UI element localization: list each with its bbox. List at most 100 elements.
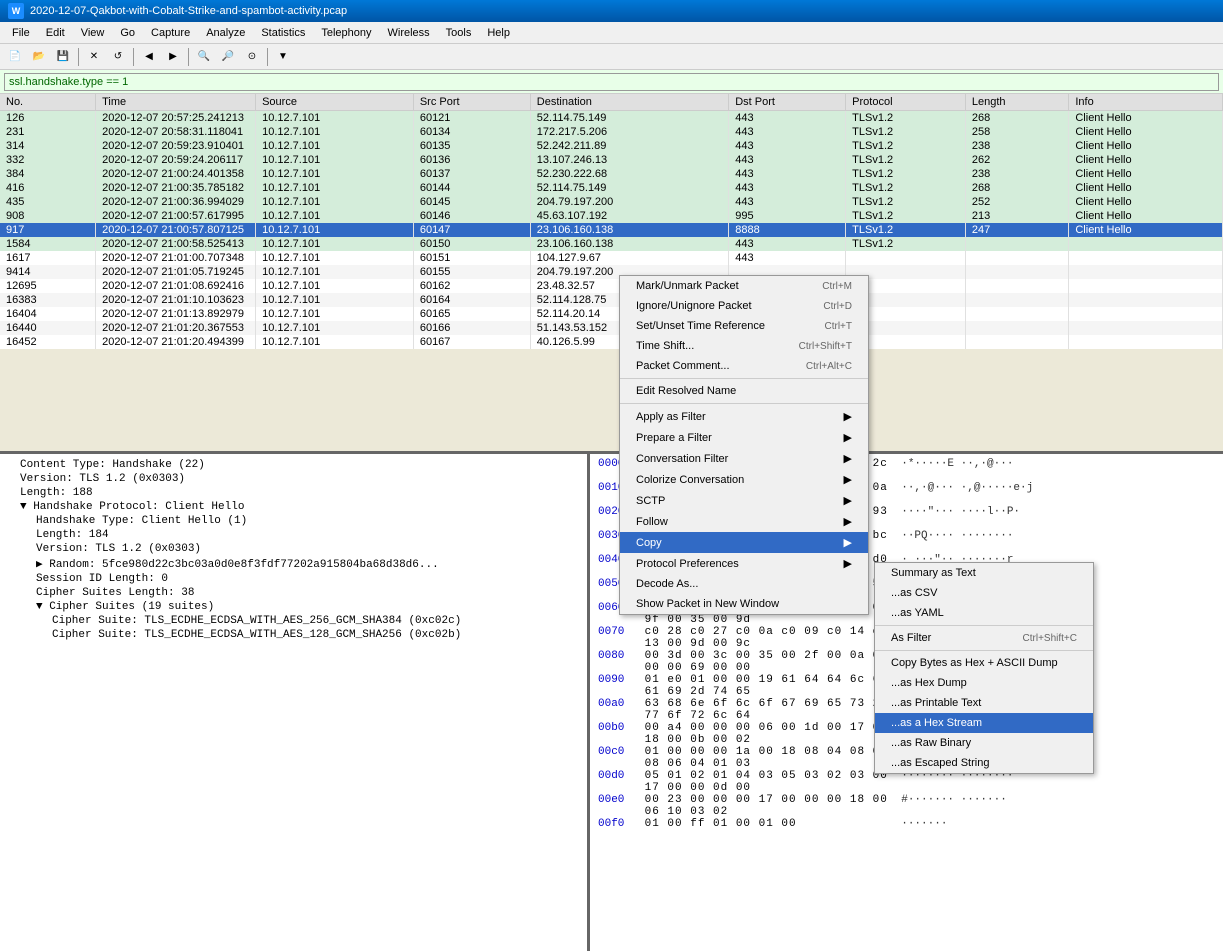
table-row[interactable]: 9172020-12-07 21:00:57.80712510.12.7.101… [0,223,1223,237]
zoom-out-btn[interactable]: 🔎 [217,46,239,68]
hex-offset: 00d0 [598,770,638,794]
copy-submenu-item[interactable]: As FilterCtrl+Shift+C [875,628,1093,648]
menu-tools[interactable]: Tools [438,25,480,41]
tree-item[interactable]: Length: 184 [4,528,583,542]
menu-item-label: Conversation Filter [636,453,728,465]
table-row[interactable]: 4162020-12-07 21:00:35.78518210.12.7.101… [0,181,1223,195]
tree-item[interactable]: Cipher Suites Length: 38 [4,586,583,600]
table-row[interactable]: 1262020-12-07 20:57:25.24121310.12.7.101… [0,111,1223,126]
context-menu-item[interactable]: Packet Comment...Ctrl+Alt+C [620,356,868,376]
tree-item[interactable]: ▼ Handshake Protocol: Client Hello [4,500,583,514]
tree-item[interactable]: Cipher Suite: TLS_ECDHE_ECDSA_WITH_AES_2… [4,614,583,628]
tree-item[interactable]: Session ID Length: 0 [4,572,583,586]
col-srcport[interactable]: Src Port [413,94,530,111]
menu-analyze[interactable]: Analyze [198,25,253,41]
col-dst[interactable]: Destination [530,94,728,111]
table-row[interactable]: 164042020-12-07 21:01:13.89297910.12.7.1… [0,307,1223,321]
reload-btn[interactable]: ↺ [107,46,129,68]
context-menu-item[interactable]: Mark/Unmark PacketCtrl+M [620,276,868,296]
zoom-in-btn[interactable]: 🔍 [193,46,215,68]
col-time[interactable]: Time [96,94,256,111]
table-row[interactable]: 15842020-12-07 21:00:58.52541310.12.7.10… [0,237,1223,251]
menu-help[interactable]: Help [479,25,518,41]
table-row[interactable]: 3322020-12-07 20:59:24.20611710.12.7.101… [0,153,1223,167]
hex-bytes: 01 00 ff 01 00 01 00 [645,818,895,830]
context-menu-item[interactable]: Show Packet in New Window [620,594,868,614]
col-src[interactable]: Source [256,94,414,111]
fwd-btn[interactable]: ▶ [162,46,184,68]
context-menu-item[interactable]: Colorize Conversation▶ [620,469,868,490]
tree-item[interactable]: ▼ Cipher Suites (19 suites) [4,600,583,614]
col-no[interactable]: No. [0,94,96,111]
open-btn[interactable]: 📂 [28,46,50,68]
copy-submenu-item[interactable]: ...as Raw Binary [875,733,1093,753]
menu-telephony[interactable]: Telephony [313,25,379,41]
menu-file[interactable]: File [4,25,38,41]
context-menu-item[interactable]: Follow▶ [620,511,868,532]
filter-input[interactable] [4,73,1219,91]
hex-ascii: ······· [901,818,947,830]
zoom-reset-btn[interactable]: ⊙ [241,46,263,68]
save-btn[interactable]: 💾 [52,46,74,68]
context-menu-item[interactable]: Ignore/Unignore PacketCtrl+D [620,296,868,316]
context-menu-item[interactable]: Decode As... [620,574,868,594]
context-menu-item[interactable]: Conversation Filter▶ [620,448,868,469]
menu-wireless[interactable]: Wireless [380,25,438,41]
context-menu-item[interactable]: Set/Unset Time ReferenceCtrl+T [620,316,868,336]
context-menu-item[interactable]: Apply as Filter▶ [620,406,868,427]
new-btn[interactable]: 📄 [4,46,26,68]
menu-statistics[interactable]: Statistics [253,25,313,41]
context-menu-item[interactable]: Protocol Preferences▶ [620,553,868,574]
copy-submenu-item[interactable]: ...as Hex Dump [875,673,1093,693]
menu-item-label: Show Packet in New Window [636,598,779,610]
col-info[interactable]: Info [1069,94,1223,111]
copy-submenu-item[interactable]: ...as a Hex Stream [875,713,1093,733]
menu-shortcut: Ctrl+Alt+C [806,361,852,372]
table-row[interactable]: 4352020-12-07 21:00:36.99402910.12.7.101… [0,195,1223,209]
table-row[interactable]: 164522020-12-07 21:01:20.49439910.12.7.1… [0,335,1223,349]
context-menu-item[interactable]: Copy▶ [620,532,868,553]
context-menu-item[interactable]: SCTP▶ [620,490,868,511]
col-len[interactable]: Length [965,94,1068,111]
context-menu-item[interactable]: Time Shift...Ctrl+Shift+T [620,336,868,356]
tree-item[interactable]: Cipher Suite: TLS_ECDHE_ECDSA_WITH_AES_1… [4,628,583,642]
copy-submenu-item[interactable]: Copy Bytes as Hex + ASCII Dump [875,653,1093,673]
menu-capture[interactable]: Capture [143,25,198,41]
tree-item[interactable]: Length: 188 [4,486,583,500]
table-row[interactable]: 126952020-12-07 21:01:08.69241610.12.7.1… [0,279,1223,293]
table-row[interactable]: 2312020-12-07 20:58:31.11804110.12.7.101… [0,125,1223,139]
table-row[interactable]: 163832020-12-07 21:01:10.10362310.12.7.1… [0,293,1223,307]
menu-item-label: Ignore/Unignore Packet [636,300,752,312]
copy-submenu-item[interactable]: ...as CSV [875,583,1093,603]
table-row[interactable]: 3142020-12-07 20:59:23.91040110.12.7.101… [0,139,1223,153]
menu-edit[interactable]: Edit [38,25,73,41]
tree-item[interactable]: ▶ Random: 5fce980d22c3bc03a0d0e8f3fdf772… [4,556,583,572]
hex-offset: 0090 [598,674,638,698]
context-menu-item[interactable]: Prepare a Filter▶ [620,427,868,448]
sep3 [188,48,189,66]
table-row[interactable]: 94142020-12-07 21:01:05.71924510.12.7.10… [0,265,1223,279]
back-btn[interactable]: ◀ [138,46,160,68]
close-btn[interactable]: ✕ [83,46,105,68]
table-row[interactable]: 164402020-12-07 21:01:20.36755310.12.7.1… [0,321,1223,335]
table-row[interactable]: 16172020-12-07 21:01:00.70734810.12.7.10… [0,251,1223,265]
col-proto[interactable]: Protocol [846,94,966,111]
menu-go[interactable]: Go [112,25,143,41]
tree-item[interactable]: Version: TLS 1.2 (0x0303) [4,542,583,556]
filter-btn[interactable]: ▼ [272,46,294,68]
context-menu-item[interactable]: Edit Resolved Name [620,381,868,401]
tree-item[interactable]: Handshake Type: Client Hello (1) [4,514,583,528]
tree-item[interactable]: Content Type: Handshake (22) [4,458,583,472]
copy-submenu-item[interactable]: ...as Escaped String [875,753,1093,773]
copy-submenu-item[interactable]: ...as Printable Text [875,693,1093,713]
copy-submenu-item[interactable]: ...as YAML [875,603,1093,623]
col-dstport[interactable]: Dst Port [729,94,846,111]
menu-view[interactable]: View [73,25,113,41]
sep2 [133,48,134,66]
copy-submenu-item[interactable]: Summary as Text [875,563,1093,583]
menu-shortcut: Ctrl+Shift+T [799,341,852,352]
context-menu: Mark/Unmark PacketCtrl+MIgnore/Unignore … [619,275,869,615]
tree-item[interactable]: Version: TLS 1.2 (0x0303) [4,472,583,486]
table-row[interactable]: 9082020-12-07 21:00:57.61799510.12.7.101… [0,209,1223,223]
table-row[interactable]: 3842020-12-07 21:00:24.40135810.12.7.101… [0,167,1223,181]
